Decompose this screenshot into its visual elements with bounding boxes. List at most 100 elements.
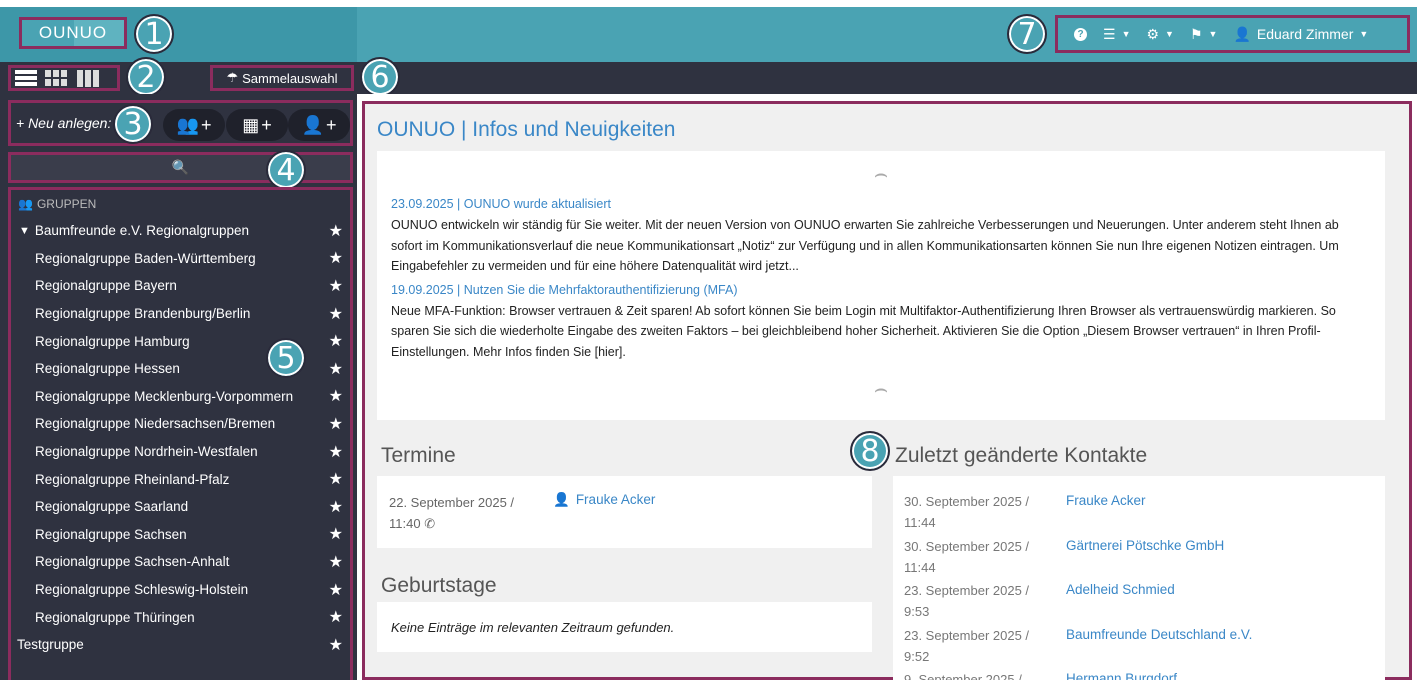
news-text: Neue MFA-Funktion: Browser vertrauen & Z… — [391, 303, 1336, 359]
star-icon[interactable]: ★ — [329, 552, 343, 572]
group-label: Regionalgruppe Mecklenburg-Vorpommern — [35, 388, 294, 404]
contact-time: 11:44 — [904, 515, 936, 530]
new-entry-label: + Neu anlegen: — [16, 115, 112, 131]
contact-date: 23. September 2025 / 9:52 — [904, 625, 1066, 670]
star-icon[interactable]: ★ — [329, 304, 343, 324]
group-item[interactable]: Testgruppe ★ — [11, 631, 350, 659]
group-parent[interactable]: ▼ Baumfreunde e.V. Regionalgruppen ★ — [11, 217, 350, 245]
contact-name[interactable]: Frauke Acker — [1066, 491, 1146, 536]
star-icon[interactable]: ★ — [329, 221, 343, 241]
new-entry-bar: + Neu anlegen: 👥 + ▦ + 👤 + — [8, 100, 353, 146]
group-label: Regionalgruppe Brandenburg/Berlin — [35, 306, 251, 322]
news-item: 19.09.2025 | Nutzen Sie die Mehrfaktorau… — [391, 283, 1372, 363]
logo[interactable]: OUNUO — [19, 17, 127, 49]
sammelauswahl-button[interactable]: ☂ Sammelauswahl — [210, 65, 354, 91]
star-icon[interactable]: ★ — [329, 331, 343, 351]
termin-date: 22. September 2025 / 11:40 ✆ — [389, 492, 514, 534]
plus-icon: + — [325, 114, 337, 135]
termin-person-name[interactable]: Frauke Acker — [576, 492, 656, 508]
star-icon[interactable]: ★ — [329, 635, 343, 655]
flag-button[interactable]: ⚑ ▼ — [1190, 26, 1217, 43]
contact-name[interactable]: Gärtnerei Pötschke GmbH — [1066, 536, 1224, 581]
group-item[interactable]: Regionalgruppe Rheinland-Pfalz ★ — [11, 465, 350, 493]
contact-time: 9:53 — [904, 604, 930, 619]
scroll-down-icon[interactable]: ⌢ — [874, 376, 888, 402]
contact-date: 30. September 2025 / 11:44 — [904, 491, 1066, 536]
group-item[interactable]: Regionalgruppe Thüringen ★ — [11, 603, 350, 631]
app-frame: OUNUO 1 7 ? ☰ ▼ ⚙ ▼ ⚑ ▼ 👤 Eduard Zimmer ▼ — [0, 0, 1417, 680]
star-icon[interactable]: ★ — [329, 248, 343, 268]
contact-time: 11:44 — [904, 559, 936, 575]
contact-date: 9. September 2025 / — [904, 669, 1066, 680]
news-item: 23.09.2025 | OUNUO wurde aktualisiert OU… — [391, 197, 1372, 277]
menu-button[interactable]: ☰ ▼ — [1103, 26, 1130, 43]
star-icon[interactable]: ★ — [329, 469, 343, 489]
group-item[interactable]: Regionalgruppe Niedersachsen/Bremen ★ — [11, 410, 350, 438]
group-item[interactable]: Regionalgruppe Saarland ★ — [11, 493, 350, 521]
group-label: Regionalgruppe Schleswig-Holstein — [35, 582, 249, 598]
star-icon[interactable]: ★ — [329, 359, 343, 379]
umbrella-icon: ☂ — [226, 70, 239, 85]
infos-title: OUNUO | Infos und Neuigkeiten — [377, 118, 676, 141]
top-bar: OUNUO 1 7 ? ☰ ▼ ⚙ ▼ ⚑ ▼ 👤 Eduard Zimmer ▼ — [0, 7, 1417, 62]
contact-name[interactable]: Adelheid Schmied — [1066, 580, 1175, 625]
sammelauswahl-label: Sammelauswahl — [242, 70, 338, 86]
chevron-down-icon: ▼ — [1208, 29, 1218, 39]
group-label: Regionalgruppe Niedersachsen/Bremen — [35, 416, 276, 432]
group-label: Regionalgruppe Sachsen — [35, 526, 187, 542]
badge-4: 4 — [266, 150, 306, 190]
scroll-up-icon[interactable]: ⌢ — [874, 161, 888, 187]
list-view-icon[interactable] — [15, 70, 37, 86]
group-item[interactable]: Regionalgruppe Nordrhein-Westfalen ★ — [11, 438, 350, 466]
user-icon: 👤 — [301, 114, 324, 135]
star-icon[interactable]: ★ — [329, 442, 343, 462]
group-item[interactable]: Regionalgruppe Sachsen ★ — [11, 521, 350, 549]
settings-button[interactable]: ⚙ ▼ — [1146, 26, 1173, 43]
termine-card: 22. September 2025 / 11:40 ✆ 👤 Frauke Ac… — [377, 476, 872, 548]
geburtstage-empty: Keine Einträge im relevanten Zeitraum ge… — [391, 620, 675, 635]
star-icon[interactable]: ★ — [329, 580, 343, 600]
add-group-button[interactable]: 👥 + — [163, 109, 225, 141]
column-view-icon[interactable] — [77, 69, 99, 87]
termin-person[interactable]: 👤 Frauke Acker — [553, 492, 655, 508]
group-item[interactable]: Regionalgruppe Brandenburg/Berlin ★ — [11, 300, 350, 328]
group-item[interactable]: Regionalgruppe Mecklenburg-Vorpommern ★ — [11, 383, 350, 411]
contact-row: 30. September 2025 / 11:44 Gärtnerei Pötsc… — [904, 536, 1385, 581]
users-icon: 👥 — [18, 197, 33, 211]
star-icon[interactable]: ★ — [329, 524, 343, 544]
termin-date-text: 22. September 2025 / — [389, 495, 515, 510]
contact-date-text: 23. September 2025 / — [904, 583, 1030, 598]
contact-row: 23. September 2025 / 9:53 Adelheid Schmied — [904, 580, 1385, 625]
group-label: Regionalgruppe Nordrhein-Westfalen — [35, 444, 258, 460]
view-toolbar: 2 ☂ Sammelauswahl 6 — [0, 57, 1417, 97]
contact-name[interactable]: Baumfreunde Deutschland e.V. — [1066, 625, 1252, 670]
user-menu-button[interactable]: 👤 Eduard Zimmer ▼ — [1233, 26, 1368, 43]
star-icon[interactable]: ★ — [329, 497, 343, 517]
star-icon[interactable]: ★ — [329, 607, 343, 627]
tile-view-icon[interactable] — [45, 70, 69, 86]
users-icon: 👥 — [176, 114, 199, 135]
group-label: Regionalgruppe Rheinland-Pfalz — [35, 471, 230, 487]
add-organization-button[interactable]: ▦ + — [226, 109, 288, 141]
news-headline[interactable]: 23.09.2025 | OUNUO wurde aktualisiert — [391, 197, 1372, 211]
group-item[interactable]: Regionalgruppe Baden-Württemberg ★ — [11, 245, 350, 273]
flag-icon: ⚑ — [1189, 25, 1203, 42]
phone-icon: ✆ — [424, 516, 436, 531]
group-item[interactable]: Regionalgruppe Sachsen-Anhalt ★ — [11, 548, 350, 576]
help-button[interactable]: ? — [1074, 27, 1087, 41]
group-label: Regionalgruppe Saarland — [35, 499, 189, 515]
star-icon[interactable]: ★ — [329, 276, 343, 296]
group-item[interactable]: Regionalgruppe Schleswig-Holstein ★ — [11, 576, 350, 604]
contact-name[interactable]: Hermann Burgdorf — [1066, 669, 1177, 680]
star-icon[interactable]: ★ — [329, 386, 343, 406]
news-headline[interactable]: 19.09.2025 | Nutzen Sie die Mehrfaktorau… — [391, 283, 1372, 297]
contact-row: 23. September 2025 / 9:52 Baumfreunde Deut… — [904, 625, 1385, 670]
contact-date-text: 23. September 2025 / — [904, 627, 1030, 643]
group-item[interactable]: Regionalgruppe Bayern ★ — [11, 272, 350, 300]
add-person-button[interactable]: 👤 + — [288, 109, 350, 141]
user-name: Eduard Zimmer — [1256, 26, 1354, 42]
star-icon[interactable]: ★ — [329, 414, 343, 434]
contact-date-text: 9. September 2025 / — [904, 672, 1022, 680]
group-label: Regionalgruppe Bayern — [35, 278, 177, 294]
contact-row: 9. September 2025 / Hermann Burgdorf — [904, 669, 1385, 680]
